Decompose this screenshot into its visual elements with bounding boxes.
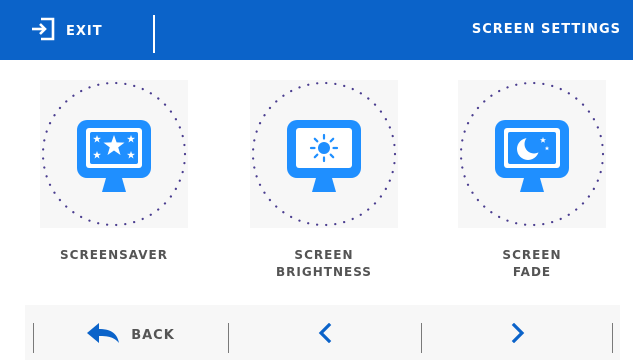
header-divider xyxy=(153,15,155,53)
footer-divider-left xyxy=(33,323,34,353)
screen-brightness-tile[interactable] xyxy=(250,80,398,228)
bottom-nav: BACK xyxy=(25,305,620,360)
screen-brightness-label: SCREEN BRIGHTNESS xyxy=(276,248,372,279)
page-title: SCREEN SETTINGS xyxy=(471,22,621,37)
footer-divider-1 xyxy=(228,323,229,353)
top-bar: EXIT SCREEN SETTINGS xyxy=(0,0,633,60)
chevron-right-icon xyxy=(511,322,525,347)
previous-button[interactable] xyxy=(250,315,400,355)
monitor-sun-icon xyxy=(287,120,361,192)
monitor-stars-icon xyxy=(77,120,151,192)
footer-divider-2 xyxy=(421,323,422,353)
back-arrow-icon xyxy=(85,321,121,349)
footer-divider-right xyxy=(612,323,613,353)
back-button[interactable]: BACK xyxy=(55,315,205,355)
chevron-left-icon xyxy=(318,322,332,347)
back-label: BACK xyxy=(131,327,175,343)
exit-label: EXIT xyxy=(66,23,103,39)
screen-fade-label: SCREEN FADE xyxy=(502,248,562,279)
screensaver-label: SCREENSAVER xyxy=(60,248,168,262)
next-button[interactable] xyxy=(443,315,593,355)
monitor-moon-icon xyxy=(495,120,569,192)
exit-button[interactable]: EXIT xyxy=(30,17,103,45)
screen-fade-tile[interactable] xyxy=(458,80,606,228)
screensaver-tile[interactable] xyxy=(40,80,188,228)
exit-icon xyxy=(30,17,56,45)
